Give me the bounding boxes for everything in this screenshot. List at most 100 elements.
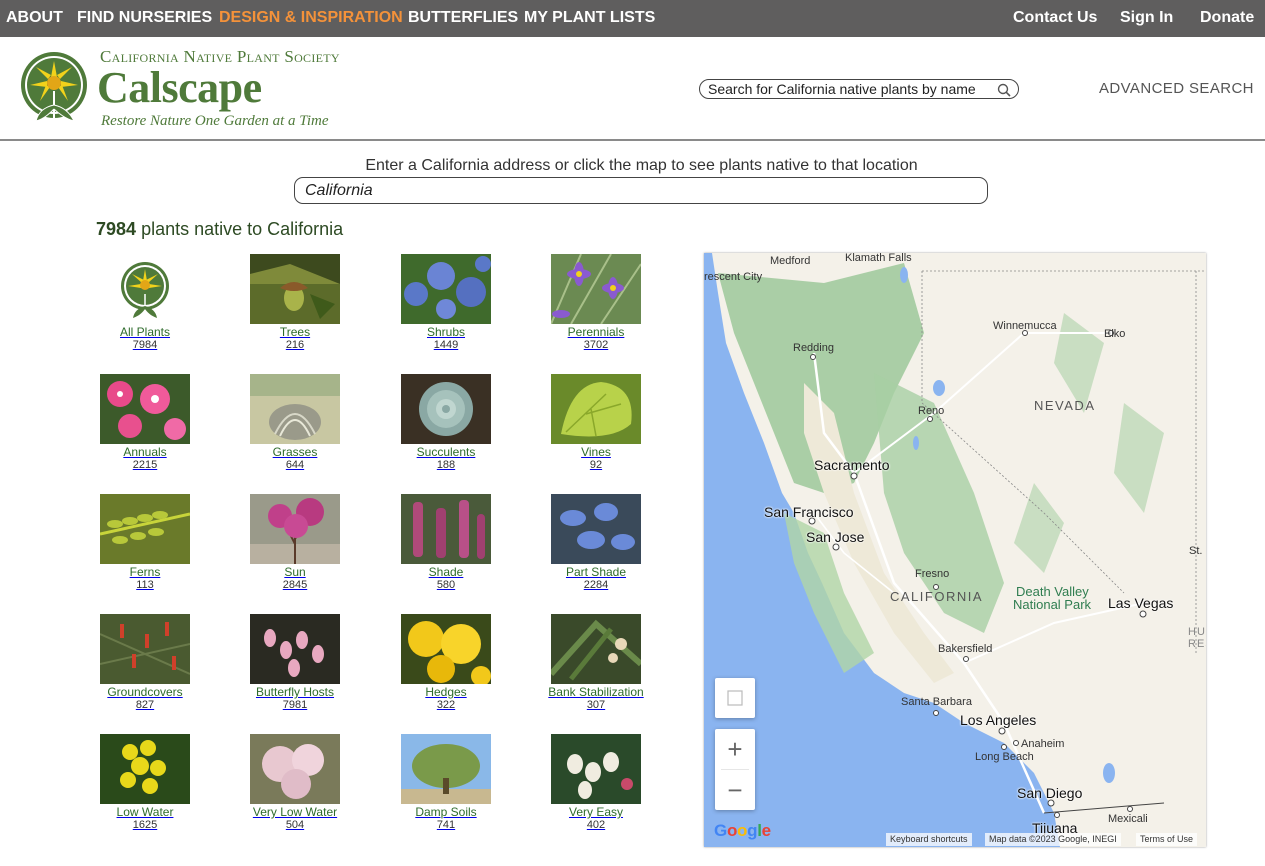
plant-count-summary: 7984 plants native to California — [96, 219, 343, 240]
plant-count: 7984 — [96, 219, 137, 239]
category-very-easy[interactable]: Very Easy 402 — [546, 734, 646, 844]
google-logo[interactable]: Google — [714, 821, 771, 841]
fullscreen-icon — [715, 678, 755, 718]
category-label: Groundcovers — [107, 685, 183, 699]
category-label: Perennials — [567, 325, 625, 339]
category-annuals[interactable]: Annuals 2215 — [95, 374, 195, 484]
category-groundcovers[interactable]: Groundcovers 827 — [95, 614, 195, 724]
category-count: 216 — [285, 339, 305, 351]
map-label: NEVADA — [1034, 398, 1096, 413]
category-label: Part Shade — [565, 565, 627, 579]
mahonia-photo-icon — [100, 734, 190, 804]
location-input[interactable] — [294, 177, 988, 204]
nav-about[interactable]: ABOUT — [6, 0, 63, 37]
ceanothus-photo-icon — [401, 254, 491, 324]
map-label: Klamath Falls — [845, 253, 912, 264]
map-label: Reno — [918, 405, 945, 417]
terms-of-use-link[interactable]: Terms of Use — [1136, 833, 1198, 846]
nav-contact-us[interactable]: Contact Us — [1013, 0, 1097, 37]
map-data-attribution: Map data ©2023 Google, INEGI — [985, 833, 1121, 846]
map-label: Anaheim — [1021, 738, 1065, 750]
redbud-photo-icon — [250, 494, 340, 564]
category-label: Succulents — [416, 445, 476, 459]
category-count: 827 — [135, 699, 155, 711]
category-count: 741 — [436, 819, 456, 831]
category-butterfly-hosts[interactable]: Butterfly Hosts 7981 — [245, 614, 345, 724]
map-label: Santa Barbara — [901, 696, 972, 708]
map-label: Bakersfield — [938, 643, 993, 655]
category-label: Butterfly Hosts — [255, 685, 335, 699]
category-count: 1625 — [132, 819, 158, 831]
category-sun[interactable]: Sun 2845 — [245, 494, 345, 604]
category-very-low-water[interactable]: Very Low Water 504 — [245, 734, 345, 844]
keyboard-shortcuts-link[interactable]: Keyboard shortcuts — [886, 833, 972, 846]
map-label: Fresno — [915, 568, 950, 580]
map-label: RESE — [1188, 638, 1206, 650]
blue-eyed-grass-photo-icon — [551, 254, 641, 324]
category-label: Shrubs — [426, 325, 466, 339]
blue-flowers-photo-icon — [551, 494, 641, 564]
category-all-plants[interactable]: All Plants 7984 — [95, 254, 195, 364]
category-count: 504 — [285, 819, 305, 831]
zoom-in-button[interactable]: + — [715, 729, 755, 769]
native-plant-map[interactable]: Medford Klamath Falls rescent City Winne… — [704, 253, 1206, 847]
category-label: Vines — [581, 445, 611, 459]
fullscreen-button[interactable] — [715, 678, 755, 718]
nav-sign-in[interactable]: Sign In — [1120, 0, 1173, 37]
category-low-water[interactable]: Low Water 1625 — [95, 734, 195, 844]
category-shade[interactable]: Shade 580 — [396, 494, 496, 604]
zoom-controls: + − — [715, 729, 755, 810]
category-count: 1449 — [433, 339, 459, 351]
map-label: CALIFORNIA — [890, 589, 984, 604]
nav-donate[interactable]: Donate — [1200, 0, 1254, 37]
site-name[interactable]: Calscape — [97, 62, 262, 113]
top-nav: ABOUT FIND NURSERIES DESIGN & INSPIRATIO… — [0, 0, 1265, 37]
category-count: 7984 — [132, 339, 158, 351]
category-vines[interactable]: Vines 92 — [546, 374, 646, 484]
yellow-flowers-photo-icon — [401, 614, 491, 684]
zoom-out-button[interactable]: − — [715, 770, 755, 810]
category-trees[interactable]: Trees 216 — [245, 254, 345, 364]
category-label: Very Low Water — [252, 805, 338, 819]
map-label: St. — [1189, 545, 1203, 557]
category-label: Hedges — [425, 685, 467, 699]
nav-find-nurseries[interactable]: FIND NURSERIES — [77, 0, 212, 37]
category-label: Trees — [279, 325, 311, 339]
category-label: Annuals — [123, 445, 167, 459]
advanced-search-link[interactable]: ADVANCED SEARCH — [1099, 80, 1254, 97]
category-count: 7981 — [282, 699, 308, 711]
manzanita-photo-icon — [250, 614, 340, 684]
nav-design-inspiration[interactable]: DESIGN & INSPIRATION — [219, 0, 403, 37]
category-count: 307 — [586, 699, 606, 711]
category-succulents[interactable]: Succulents 188 — [396, 374, 496, 484]
nav-my-plant-lists[interactable]: MY PLANT LISTS — [524, 0, 655, 37]
category-label: Bank Stabilization — [548, 685, 644, 699]
map-label: Sacramento — [814, 457, 890, 473]
nav-butterflies[interactable]: BUTTERFLIES — [408, 0, 518, 37]
category-bank-stabilization[interactable]: Bank Stabilization 307 — [546, 614, 646, 724]
succulent-photo-icon — [401, 374, 491, 444]
category-count: 188 — [436, 459, 456, 471]
category-count: 322 — [436, 699, 456, 711]
map-label: Medford — [770, 255, 811, 267]
category-grasses[interactable]: Grasses 644 — [245, 374, 345, 484]
willow-photo-icon — [401, 734, 491, 804]
map-tiles[interactable] — [704, 253, 1206, 847]
category-count: 2284 — [583, 579, 609, 591]
fern-photo-icon — [100, 494, 190, 564]
category-hedges[interactable]: Hedges 322 — [396, 614, 496, 724]
category-grid: All Plants 7984 Trees 216 Shrubs 1449 Pe… — [95, 254, 695, 854]
map-label: National Park — [1013, 597, 1092, 612]
site-header: California Native Plant Society Calscape… — [0, 37, 1265, 141]
category-count: 3702 — [583, 339, 609, 351]
category-damp-soils[interactable]: Damp Soils 741 — [396, 734, 496, 844]
category-ferns[interactable]: Ferns 113 — [95, 494, 195, 604]
category-shrubs[interactable]: Shrubs 1449 — [396, 254, 496, 364]
category-part-shade[interactable]: Part Shade 2284 — [546, 494, 646, 604]
search-icon[interactable] — [996, 82, 1012, 98]
category-perennials[interactable]: Perennials 3702 — [546, 254, 646, 364]
groundcover-photo-icon — [100, 614, 190, 684]
plant-search-input[interactable] — [708, 81, 988, 97]
calscape-logo-icon[interactable] — [20, 49, 92, 129]
map-label: Winnemucca — [993, 320, 1057, 332]
